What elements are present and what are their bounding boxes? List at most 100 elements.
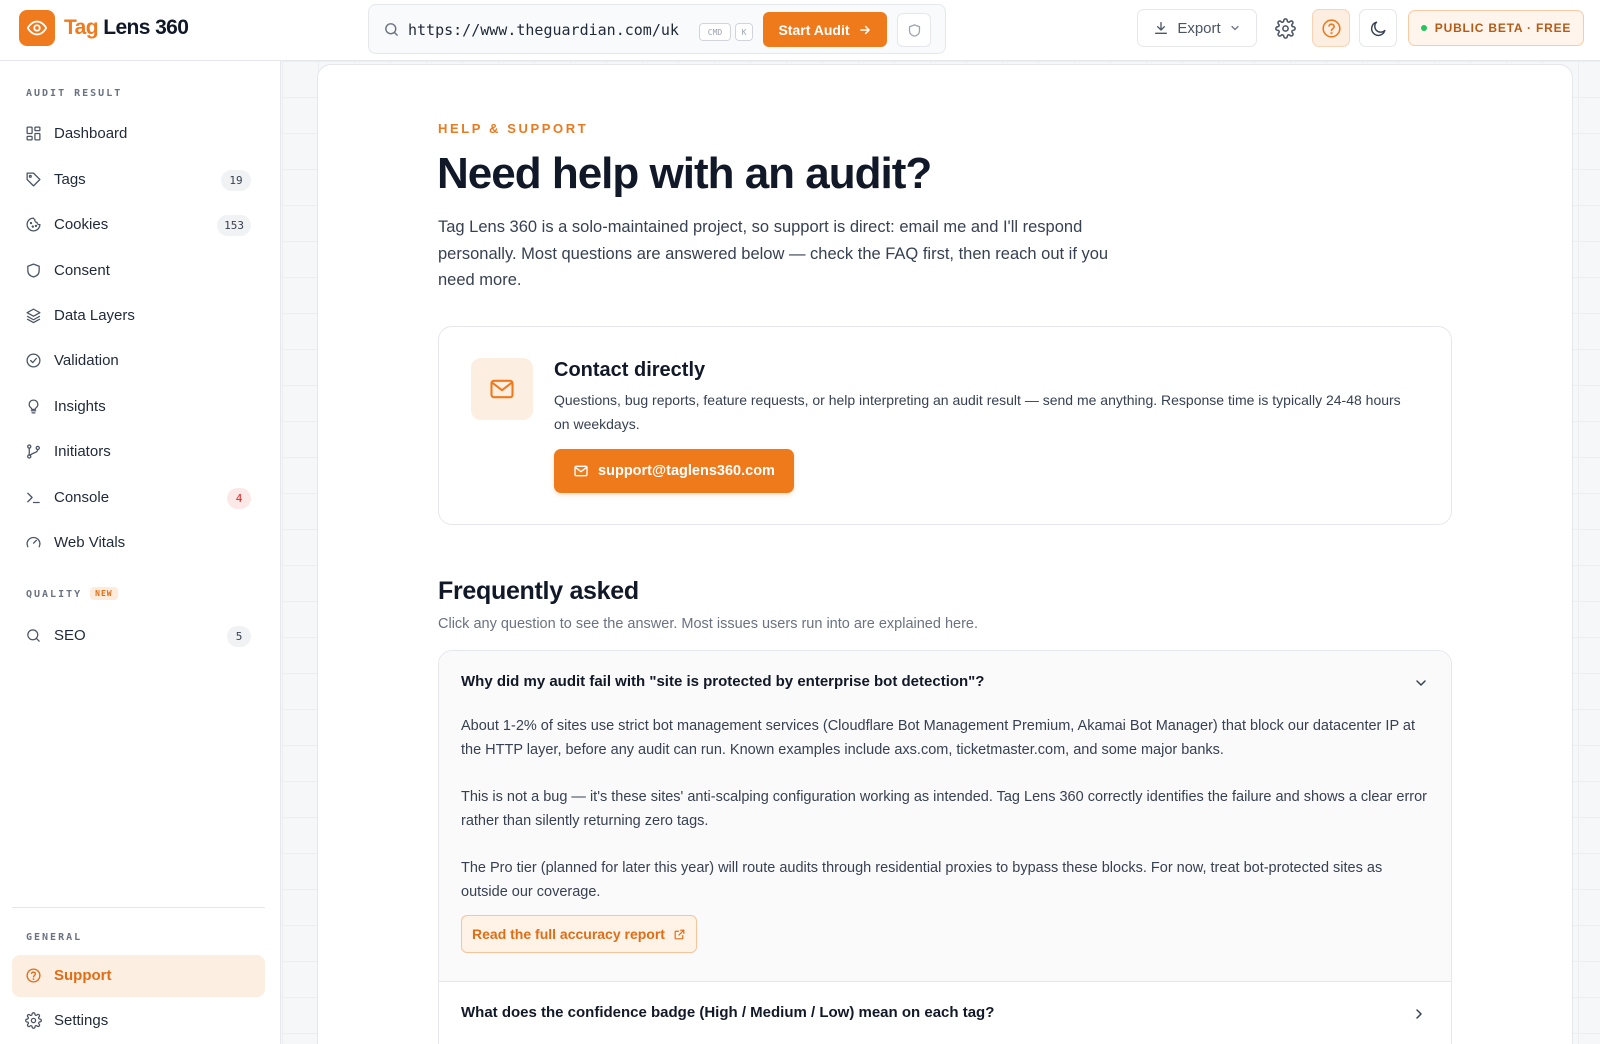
- section-label-audit: AUDIT RESULT: [26, 88, 123, 99]
- url-input[interactable]: [408, 17, 698, 43]
- sidebar-item-label: SEO: [54, 627, 86, 644]
- faq-question[interactable]: Why did my audit fail with "site is prot…: [461, 673, 984, 690]
- section-label-general: GENERAL: [26, 932, 83, 943]
- faq-subtitle: Click any question to see the answer. Mo…: [438, 616, 979, 632]
- faq-accordion: Why did my audit fail with "site is prot…: [438, 650, 1452, 1044]
- sidebar-item-label: Cookies: [54, 216, 109, 233]
- url-bar: CMD K Start Audit: [368, 4, 946, 54]
- theme-toggle-button[interactable]: [1359, 9, 1397, 47]
- sidebar-divider: [12, 907, 265, 908]
- email-support-button[interactable]: support@taglens360.com: [554, 449, 794, 493]
- sidebar-item-data-layers[interactable]: Data Layers: [12, 295, 265, 337]
- sidebar-item-label: Validation: [54, 352, 119, 369]
- sidebar-item-validation[interactable]: Validation: [12, 340, 265, 382]
- faq-question[interactable]: What does the confidence badge (High / M…: [461, 1004, 994, 1021]
- moon-icon: [1369, 19, 1388, 38]
- new-badge: NEW: [90, 587, 118, 600]
- sidebar-item-tags[interactable]: Tags 19: [12, 159, 265, 201]
- eye-icon: [19, 10, 55, 46]
- contact-description: Questions, bug reports, feature requests…: [554, 392, 1401, 432]
- sidebar-item-label: Dashboard: [54, 125, 128, 142]
- shield-icon: [907, 23, 922, 38]
- sidebar-item-label: Data Layers: [54, 307, 135, 324]
- top-bar: Tag Lens 360 CMD K Start Audit Export: [0, 0, 1600, 61]
- faq-title: Frequently asked: [438, 577, 639, 605]
- count-badge: 153: [217, 215, 251, 236]
- sidebar-item-label: Support: [54, 967, 112, 984]
- dashboard-icon: [25, 125, 42, 142]
- external-link-icon: [673, 928, 686, 941]
- tag-icon: [25, 171, 42, 188]
- page-eyebrow: HELP & SUPPORT: [438, 121, 589, 136]
- sidebar-item-seo[interactable]: SEO 5: [12, 615, 265, 657]
- status-dot: [1420, 25, 1427, 31]
- help-button[interactable]: [1312, 9, 1350, 47]
- beta-badge: PUBLIC BETA · FREE: [1408, 10, 1584, 46]
- sidebar-item-label: Initiators: [54, 443, 111, 460]
- chevron-down-icon: [1229, 22, 1241, 34]
- sidebar-item-label: Settings: [54, 1012, 109, 1029]
- page-title: Need help with an audit?: [437, 149, 932, 198]
- sidebar-item-label: Insights: [54, 398, 106, 415]
- contact-title: Contact directly: [554, 359, 706, 381]
- section-label-quality: QUALITY NEW: [26, 587, 118, 600]
- sidebar-item-consent[interactable]: Consent: [12, 250, 265, 292]
- sidebar-item-insights[interactable]: Insights: [12, 386, 265, 428]
- kbd-k: K: [735, 23, 753, 41]
- sidebar-item-web-vitals[interactable]: Web Vitals: [12, 522, 265, 564]
- start-audit-button[interactable]: Start Audit: [763, 12, 887, 47]
- cookie-icon: [25, 216, 42, 233]
- lightbulb-icon: [25, 398, 42, 415]
- brand-name-accent: Tag: [64, 16, 99, 39]
- mail-icon: [471, 358, 533, 420]
- search-icon: [25, 627, 42, 644]
- export-label: Export: [1177, 19, 1221, 37]
- gear-icon: [25, 1012, 42, 1029]
- sidebar-item-dashboard[interactable]: Dashboard: [12, 113, 265, 155]
- start-audit-label: Start Audit: [778, 21, 850, 38]
- error-count-badge: 4: [227, 488, 251, 509]
- settings-button[interactable]: [1266, 9, 1304, 47]
- beta-badge-label: PUBLIC BETA · FREE: [1434, 21, 1572, 35]
- section-label-quality-text: QUALITY: [26, 589, 83, 600]
- accuracy-report-link[interactable]: Read the full accuracy report: [461, 915, 697, 953]
- brand-name: Tag Lens 360: [64, 16, 189, 40]
- faq-item-expanded: Why did my audit fail with "site is prot…: [439, 651, 1451, 982]
- main-content: HELP & SUPPORT Need help with an audit? …: [282, 61, 1600, 1044]
- arrow-right-icon: [858, 23, 872, 37]
- export-button[interactable]: Export: [1137, 9, 1257, 47]
- contact-card: Contact directly Questions, bug reports,…: [438, 326, 1452, 525]
- count-badge: 19: [221, 170, 251, 191]
- sidebar-item-label: Web Vitals: [54, 534, 126, 551]
- gear-icon: [1274, 17, 1296, 39]
- sidebar-item-support[interactable]: Support: [12, 955, 265, 997]
- faq-answer-paragraph: The Pro tier (planned for later this yea…: [461, 860, 1383, 900]
- layers-icon: [25, 307, 42, 324]
- page-intro: Tag Lens 360 is a solo-maintained projec…: [438, 218, 1109, 289]
- faq-answer-paragraph: This is not a bug — it's these sites' an…: [461, 789, 1428, 829]
- email-support-label: support@taglens360.com: [598, 463, 775, 479]
- download-icon: [1153, 20, 1169, 36]
- gauge-icon: [25, 534, 42, 551]
- sidebar-item-label: Consent: [54, 262, 110, 279]
- accuracy-report-label: Read the full accuracy report: [472, 926, 665, 942]
- sidebar-item-label: Tags: [54, 171, 86, 188]
- git-branch-icon: [25, 443, 42, 460]
- help-circle-icon: [25, 967, 42, 984]
- support-card: HELP & SUPPORT Need help with an audit? …: [317, 64, 1573, 1044]
- sidebar-item-console[interactable]: Console 4: [12, 477, 265, 519]
- brand[interactable]: Tag Lens 360: [19, 10, 189, 46]
- help-circle-icon: [1321, 18, 1342, 39]
- count-badge: 5: [227, 626, 251, 647]
- sidebar: AUDIT RESULT Dashboard Tags 19 Cookies 1…: [0, 61, 281, 1044]
- chevron-down-icon[interactable]: [1413, 675, 1429, 691]
- chevron-right-icon[interactable]: [1411, 1006, 1427, 1022]
- shield-icon: [25, 262, 42, 279]
- sidebar-item-initiators[interactable]: Initiators: [12, 431, 265, 473]
- check-circle-icon: [25, 352, 42, 369]
- terminal-icon: [25, 489, 42, 506]
- faq-answer-paragraph: About 1-2% of sites use strict bot manag…: [461, 718, 1415, 758]
- sidebar-item-settings[interactable]: Settings: [12, 1000, 265, 1042]
- privacy-shield-button[interactable]: [897, 13, 931, 47]
- sidebar-item-cookies[interactable]: Cookies 153: [12, 204, 265, 246]
